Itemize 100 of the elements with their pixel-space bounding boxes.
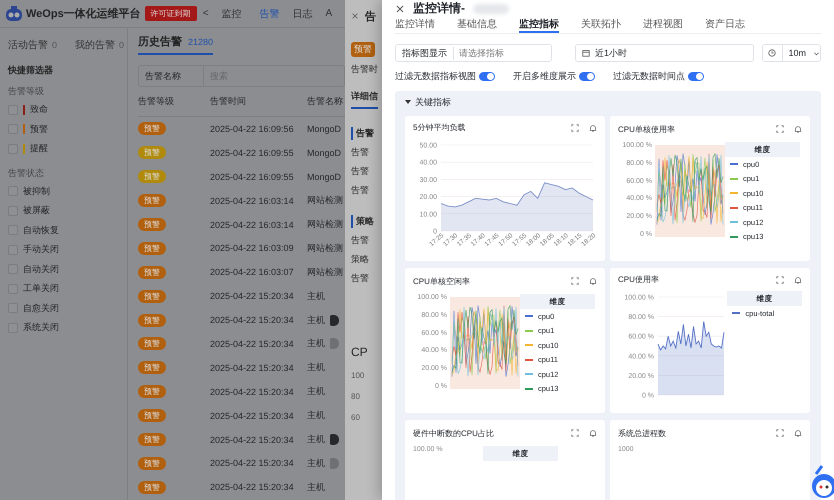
- table-cell: 主机: [307, 385, 325, 398]
- level-badge: 预警: [138, 361, 166, 374]
- toggle-switch[interactable]: [579, 72, 595, 81]
- field-select[interactable]: 告警名称: [139, 66, 204, 86]
- sidebar-tab[interactable]: 活动告警 0: [8, 38, 58, 52]
- history-tab[interactable]: 历史告警 21280: [138, 34, 214, 55]
- table-cell: 网站检测: [307, 266, 343, 279]
- license-badge[interactable]: 许可证到期: [144, 6, 197, 21]
- drawer-tab[interactable]: 详细信: [351, 90, 378, 109]
- clock-icon: [768, 49, 776, 57]
- chevron-down-icon: [813, 50, 820, 56]
- axis-label: 60: [351, 413, 360, 422]
- caret-down-icon[interactable]: [405, 99, 411, 105]
- drawer-text: 告警时: [351, 63, 378, 76]
- drawer-title: 告: [365, 10, 376, 24]
- drawer-text: 策略: [351, 253, 369, 266]
- time-range-field[interactable]: 近1小时: [575, 44, 754, 62]
- bell-icon[interactable]: [794, 276, 802, 284]
- nav-tab[interactable]: 监控: [222, 6, 242, 20]
- tab[interactable]: 进程视图: [643, 17, 683, 33]
- drawer-text: 告警: [351, 272, 369, 285]
- tab[interactable]: 监控详情: [395, 17, 435, 33]
- chart-title: CPU单核使用率: [618, 124, 676, 134]
- option-label: 被屏蔽: [23, 204, 50, 218]
- level-badge: 预警: [138, 242, 166, 255]
- fullscreen-icon[interactable]: [776, 125, 784, 133]
- table-cell: MongoD: [307, 124, 342, 134]
- chart-title: CPU使用率: [618, 274, 660, 285]
- axis-label: 80: [351, 392, 360, 401]
- table-cell: 网站检测: [307, 194, 343, 208]
- toggle-label: 过滤无数据时间点: [613, 70, 685, 83]
- section-heading: 告警: [351, 127, 374, 140]
- table-cell: 2025-04-22 15:20:34: [210, 434, 294, 445]
- tab[interactable]: 关联拓扑: [581, 17, 621, 33]
- level-badge: 预警: [138, 218, 166, 231]
- level-badge: 预警: [351, 42, 375, 57]
- metric-select[interactable]: 指标图显示 请选择指标: [395, 44, 552, 62]
- drawer-text: 告警: [351, 146, 369, 159]
- drawer-title: 监控详情-: [413, 0, 465, 17]
- drawer-text: 告警: [351, 234, 369, 247]
- toggle-switch[interactable]: [688, 72, 704, 81]
- fullscreen-icon[interactable]: [776, 429, 784, 437]
- logo-icon: [6, 6, 22, 21]
- level-badge: 预警: [138, 337, 166, 350]
- toggle-switch[interactable]: [479, 72, 495, 81]
- sidebar-tab[interactable]: 我的告警 0: [75, 38, 124, 52]
- bell-icon[interactable]: [794, 125, 802, 133]
- close-icon[interactable]: [395, 4, 405, 14]
- table-cell: 网站检测: [307, 218, 343, 231]
- table-cell: 主机: [307, 361, 325, 374]
- table-cell: 2025-04-22 16:09:55: [210, 172, 294, 182]
- table-cell: 主机: [307, 433, 325, 446]
- table-cell: MongoD: [307, 148, 342, 158]
- metric-field[interactable]: 请选择指标: [454, 47, 551, 59]
- level-badge: 预警: [138, 480, 166, 494]
- nav-tab[interactable]: 日志: [292, 6, 313, 20]
- bell-icon[interactable]: [589, 429, 597, 437]
- drawer-text: CP: [351, 345, 368, 359]
- column-header: 告警名称: [307, 95, 343, 108]
- tab[interactable]: 基础信息: [457, 17, 497, 33]
- app-title: WeOps一体化运维平台: [26, 6, 141, 21]
- table-cell: 2025-04-22 16:03:14: [210, 220, 294, 230]
- table-cell: 主机: [307, 337, 325, 350]
- table-cell: 主机: [307, 409, 325, 422]
- option-label: 自动关闭: [23, 262, 59, 276]
- bell-icon[interactable]: [589, 124, 597, 132]
- group-title: 告警等级: [8, 85, 45, 98]
- fullscreen-icon[interactable]: [776, 276, 784, 284]
- table-cell: 主机: [307, 314, 325, 327]
- chart-title: CPU单核空闲率: [413, 276, 471, 286]
- table-cell: 2025-04-22 15:20:34: [210, 410, 294, 421]
- chart-title: 硬件中断数的CPU占比: [413, 428, 495, 438]
- column-header: 告警时间: [210, 95, 246, 108]
- table-cell: 2025-04-22 16:09:56: [210, 124, 294, 134]
- axis-label: 100: [351, 371, 364, 380]
- table-cell: 主机: [307, 290, 325, 303]
- chart-title: 系统总进程数: [618, 428, 667, 438]
- table-cell: 网站检测: [307, 242, 343, 255]
- fullscreen-icon[interactable]: [571, 429, 579, 437]
- bell-icon[interactable]: [589, 277, 597, 285]
- calendar-icon: [582, 49, 590, 57]
- toggle-label: 开启多维度展示: [513, 70, 576, 83]
- close-icon: [351, 12, 359, 20]
- fullscreen-icon[interactable]: [571, 277, 579, 285]
- option-label: 手动关闭: [23, 243, 59, 256]
- bell-icon[interactable]: [794, 429, 802, 437]
- fullscreen-icon[interactable]: [571, 124, 579, 132]
- tab[interactable]: 监控指标: [519, 17, 559, 33]
- tab[interactable]: 资产日志: [705, 17, 745, 33]
- level-badge: 预警: [138, 170, 166, 184]
- table-cell: 2025-04-22 15:20:34: [210, 338, 294, 349]
- table-cell: 2025-04-22 16:03:14: [210, 196, 294, 206]
- refresh-select[interactable]: 10m: [762, 44, 821, 62]
- table-cell: MongoD: [307, 172, 342, 182]
- table-cell: 2025-04-22 15:20:34: [210, 482, 294, 492]
- nav-tab[interactable]: A: [326, 8, 332, 19]
- table-cell: 主机: [307, 456, 325, 470]
- level-badge: 预警: [138, 385, 166, 398]
- collapse-button[interactable]: <: [202, 8, 209, 19]
- section-heading: 策略: [351, 215, 374, 228]
